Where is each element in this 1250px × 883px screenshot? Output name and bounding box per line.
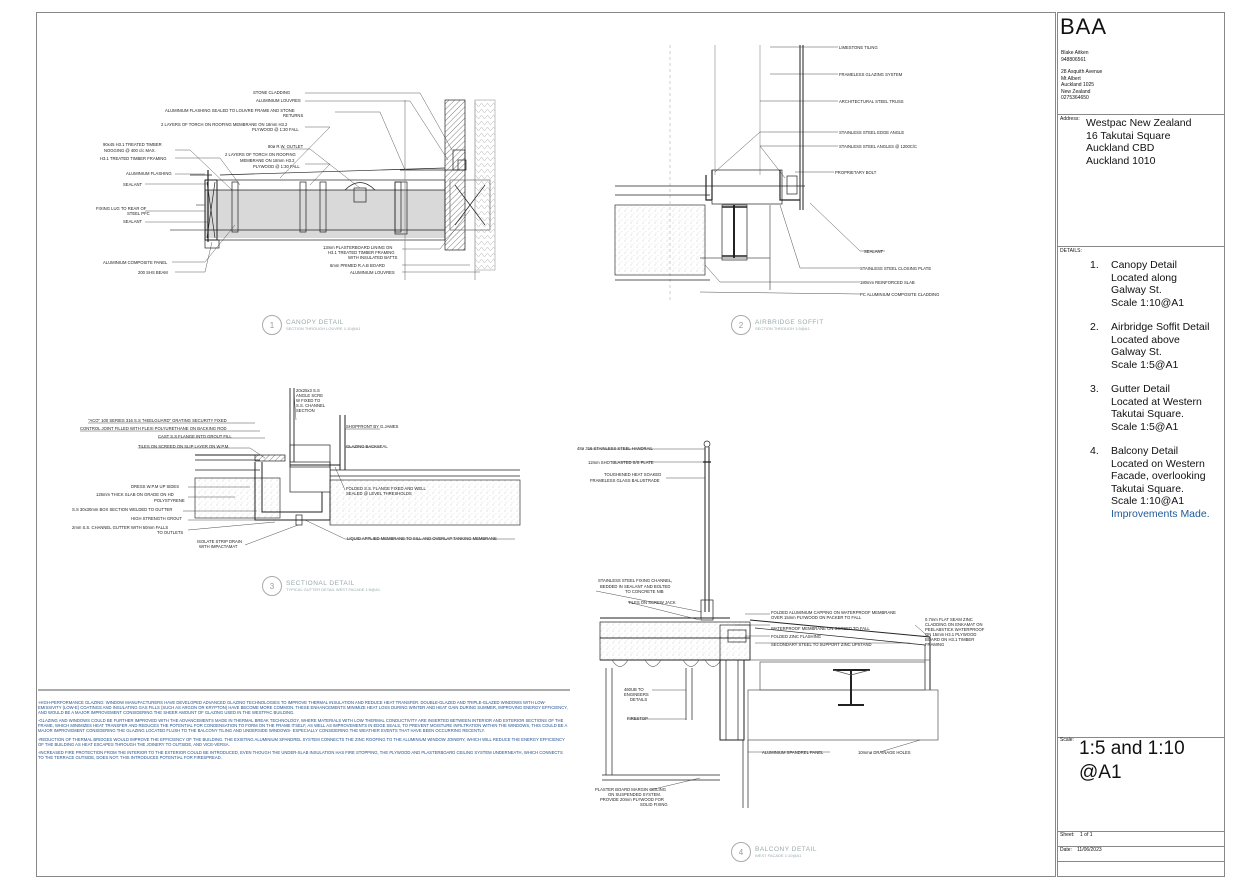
gutter-label: POLYSTYRENE bbox=[154, 498, 185, 503]
improvement-notes: -HIGH-PERFORMANCE GLAZING: WINDOW MANUFA… bbox=[38, 700, 568, 763]
canopy-label: 6mm PRIMED R.A.B BOARD bbox=[330, 263, 385, 268]
airbridge-label: 180mm REINFORCED SLAB bbox=[860, 280, 915, 285]
canopy-label: ALUMINIUM LOUVRES bbox=[350, 270, 395, 275]
caption-subtitle: SECTION THROUGH 1:5@A1 bbox=[755, 326, 810, 331]
canopy-label: WITH INSULATED BATTS bbox=[348, 255, 398, 260]
caption-subtitle: SECTION THROUGH LOUVRE 1:10@A1 bbox=[286, 326, 361, 331]
gutter-label: TILES ON SCREED ON SLIP LAYER ON W.P.M. bbox=[138, 444, 230, 449]
gutter-label: GLAZING BACKSEAL bbox=[346, 444, 388, 449]
airbridge-label: PC ALUMINIUM COMPOSITE CLADDING bbox=[860, 292, 940, 297]
balcony-label: WATERPROOF MEMBRANE ON SCREED TO FALL bbox=[771, 626, 870, 631]
gutter-label: SECTION bbox=[296, 408, 315, 413]
caption-title: AIRBRIDGE SOFFIT bbox=[755, 319, 824, 326]
gutter-label: "ACO" 100 SERIES 316 S.S "HEELGUARD" GRA… bbox=[88, 418, 227, 423]
note-paragraph: -GLAZING AND WINDOWS COULD BE FURTHER IM… bbox=[38, 718, 568, 734]
gutter-label: LIQUID APPLIED MEMBRANE TO SILL AND OVER… bbox=[347, 536, 497, 541]
balcony-label: TOUGHENED HEAT SOAKED bbox=[604, 472, 662, 477]
gutter-label: SHOPFRONT BY G.JAMES bbox=[346, 424, 399, 429]
balcony-label: DETAILS bbox=[630, 697, 648, 702]
balcony-label: 48ø 316 STAINLESS STEEL HANDRAIL bbox=[577, 446, 653, 451]
airbridge-label: STAINLESS STEEL EDGE ANGLE bbox=[839, 130, 905, 135]
canopy-label: H3.1 TREATED TIMBER FRAMING bbox=[100, 156, 167, 161]
gutter-label: DRESS W.P.M UP SIDES bbox=[131, 484, 180, 489]
gutter-label: 2mm S.S. CHANNEL GUTTER WITH 50mm FALLS bbox=[72, 525, 169, 530]
gutter-label: HIGH STRENGTH GROUT bbox=[131, 516, 182, 521]
balcony-label: FOLDED ZINC FLASHING bbox=[771, 634, 822, 639]
caption-subtitle: WEST FACADE 1:10@A1 bbox=[755, 853, 802, 858]
canopy-label: PLYWOOD @ 1:30 FALL bbox=[253, 164, 300, 169]
canopy-label: SEALANT bbox=[123, 182, 143, 187]
canopy-label: 200 SHS BEAM bbox=[138, 270, 168, 275]
canopy-label: RETURNS bbox=[283, 113, 304, 118]
note-paragraph: -HIGH-PERFORMANCE GLAZING: WINDOW MANUFA… bbox=[38, 700, 568, 716]
detail-caption-gutter: 3 SECTIONAL DETAIL TYPICAL GUTTER DETAIL… bbox=[262, 576, 380, 596]
gutter-label: WITH IMPACTAMAT bbox=[199, 544, 238, 549]
canopy-label: 90x45 H3.1 TREATED TIMBER bbox=[103, 142, 162, 147]
airbridge-label: STAINLESS STEEL ANGLES @ 1200C/C bbox=[839, 144, 918, 149]
canopy-label: ALUMINIUM LOUVRES bbox=[256, 98, 301, 103]
balcony-label: 10mmø DRAINAGE HOLES bbox=[858, 750, 911, 755]
caption-title: CANOPY DETAIL bbox=[286, 319, 344, 326]
detail-number-circle: 1 bbox=[262, 315, 282, 335]
canopy-label: NOGGING @ 400 c/c MAX. bbox=[104, 148, 156, 153]
detail-caption-balcony: 4 BALCONY DETAIL WEST FACADE 1:10@A1 bbox=[731, 842, 817, 862]
detail-caption-airbridge: 2 AIRBRIDGE SOFFIT SECTION THROUGH 1:5@A… bbox=[731, 315, 824, 335]
balcony-label: TO CONCRETE NIB bbox=[625, 589, 664, 594]
balcony-label: SECONDARY STEEL TO SUPPORT ZINC UPSTAND bbox=[771, 642, 872, 647]
balcony-label: FRAMING bbox=[925, 642, 945, 647]
caption-title: SECTIONAL DETAIL bbox=[286, 580, 355, 587]
airbridge-label: SEALANT bbox=[864, 249, 884, 254]
balcony-label: FIRESTOP bbox=[627, 716, 648, 721]
canopy-label: ALUMINIUM FLASHING SEALED TO LOUVRE FRAM… bbox=[165, 108, 295, 113]
note-paragraph: -INCREASED FIRE PROTECTION FROM THE INTE… bbox=[38, 749, 563, 760]
canopy-label: STONE CLADDING bbox=[253, 90, 291, 95]
gutter-label: CONTROL JOINT FILLED WITH FLEXI POLYURET… bbox=[80, 426, 227, 431]
gutter-label: S.S 30x30mm BOX SECTION WELDED TO GUTTER bbox=[72, 507, 173, 512]
balcony-label: STAINLESS STEEL FIXING CHANNEL, bbox=[598, 578, 673, 583]
canopy-label: ALUMINIUM FLASHING bbox=[126, 171, 172, 176]
detail-number-circle: 4 bbox=[731, 842, 751, 862]
balcony-label: FRAMELESS GLASS BALUSTRADE bbox=[590, 478, 660, 483]
canopy-label: MEMBRANE ON 18mm H3.2 bbox=[240, 158, 295, 163]
balcony-label: TILES ON SCREW JACK bbox=[628, 600, 676, 605]
balcony-label: 12mm SHOTBLASTED S/S PLATE bbox=[588, 460, 654, 465]
airbridge-label: STAINLESS STEEL CLOSING PLATE bbox=[860, 266, 932, 271]
balcony-label: OVER 15mm PLYWOOD ON PACKER TO FALL bbox=[771, 615, 862, 620]
airbridge-label: FRAMELESS GLAZING SYSTEM bbox=[839, 72, 903, 77]
airbridge-label: PROPRIETARY BOLT bbox=[835, 170, 877, 175]
note-paragraph: -REDUCTION OF THERMAL BRIDGES WOULD IMPR… bbox=[38, 736, 565, 747]
caption-title: BALCONY DETAIL bbox=[755, 846, 818, 853]
canopy-label: PLYWOOD @ 1:30 FALL bbox=[252, 127, 299, 132]
detail-number-circle: 3 bbox=[262, 576, 282, 596]
airbridge-label: LIMESTONE TILING bbox=[839, 45, 878, 50]
canopy-label: ALUMINIUM COMPOSITE PANEL bbox=[103, 260, 168, 265]
canopy-label: 80ø R.W. OUTLET bbox=[268, 144, 304, 149]
gutter-label: CAST S.S FLANGE INTO GROUT FILL bbox=[158, 434, 232, 439]
balcony-label: SOLID FIXING bbox=[640, 802, 668, 807]
canopy-label: 2 LAYERS OF TORCH ON ROOFING bbox=[225, 152, 296, 157]
caption-subtitle: TYPICAL GUTTER DETAIL WEST FACADE 1:5@A1 bbox=[286, 587, 381, 592]
detail-number-circle: 2 bbox=[731, 315, 751, 335]
canopy-label: SEALANT bbox=[123, 219, 143, 224]
canopy-label: STEEL PFC bbox=[127, 211, 150, 216]
gutter-label: 125mm THICK SLAB ON GRADE ON HD bbox=[96, 492, 174, 497]
airbridge-label: ARCHITECTURAL STEEL TRUSS bbox=[839, 99, 904, 104]
detail-caption-canopy: 1 CANOPY DETAIL SECTION THROUGH LOUVRE 1… bbox=[262, 315, 360, 335]
gutter-label: SEALED @ LEVEL THRESHOLDS bbox=[346, 491, 412, 496]
balcony-label: ALUMINIUM SPANDREL PANEL bbox=[762, 750, 824, 755]
gutter-label: TO OUTLETS bbox=[157, 530, 184, 535]
